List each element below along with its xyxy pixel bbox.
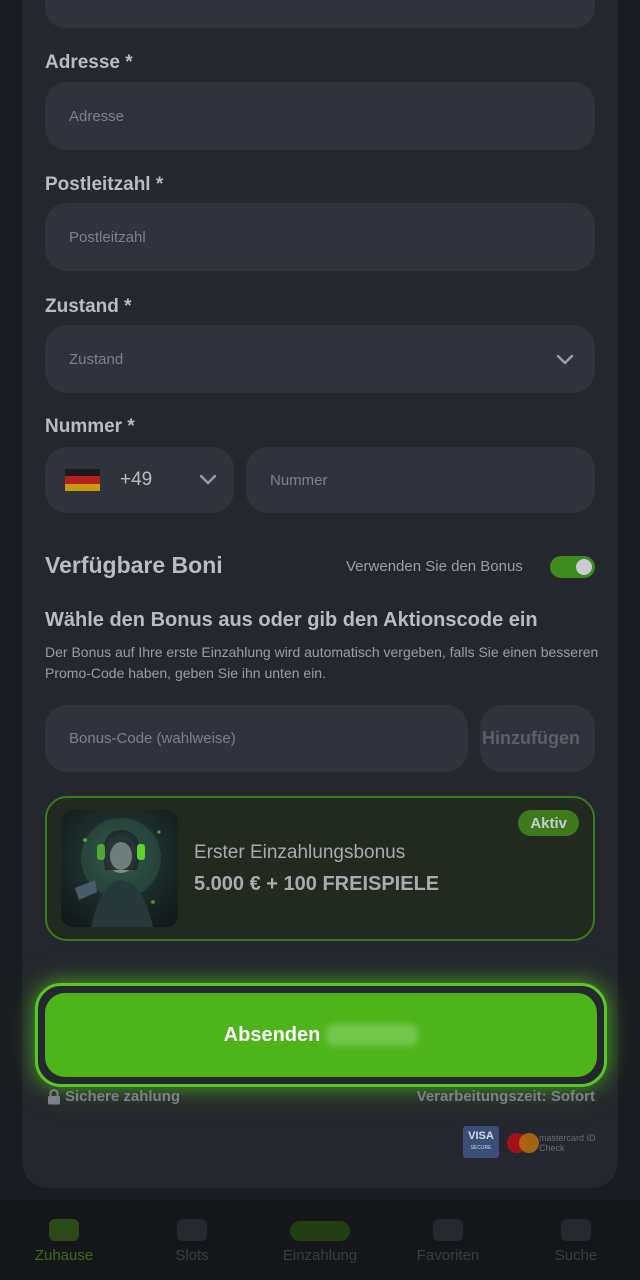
phone-placeholder: Nummer (270, 471, 328, 489)
active-badge: Aktiv (518, 810, 579, 836)
address-input[interactable]: Adresse (45, 82, 595, 150)
use-bonus-toggle[interactable] (550, 556, 595, 578)
heart-icon (433, 1219, 463, 1241)
state-label: Zustand * (45, 296, 132, 317)
nav-label: Suche (554, 1247, 598, 1264)
nav-label: Zuhause (34, 1247, 94, 1264)
mastercard-text: mastercard ID Check (539, 1133, 596, 1153)
bonus-code-placeholder: Bonus-Code (wahlweise) (69, 730, 236, 747)
zip-input[interactable]: Postleitzahl (45, 203, 595, 271)
address-placeholder: Adresse (69, 107, 125, 125)
slots-icon (177, 1219, 207, 1241)
bonus-card[interactable]: Erster Einzahlungsbonus 5.000 € + 100 FR… (45, 796, 595, 941)
choose-bonus-description: Der Bonus auf Ihre erste Einzahlung wird… (45, 644, 599, 681)
lock-icon (48, 1088, 60, 1104)
choose-bonus-title: Wähle den Bonus aus oder gib den Aktions… (45, 609, 538, 631)
use-bonus-label: Verwenden Sie den Bonus (346, 558, 523, 575)
nav-item-search[interactable]: Suche (516, 1219, 636, 1264)
blurred-amount (326, 1024, 419, 1046)
submit-button[interactable]: Absenden (45, 993, 597, 1077)
visa-sub-text: SECURE (470, 1145, 492, 1151)
add-bonus-code-button[interactable]: Hinzufügen (480, 705, 595, 772)
search-icon (561, 1219, 591, 1241)
nav-item-favorites[interactable]: Favoriten (388, 1219, 508, 1264)
germany-flag-icon (65, 469, 100, 491)
nav-label: Einzahlung (282, 1247, 358, 1264)
bottom-nav: Zuhause Slots Einzahlung Favoriten Suche (0, 1200, 640, 1280)
previous-field-input[interactable] (45, 0, 595, 28)
bonus-section-title: Verfügbare Boni (45, 552, 223, 578)
chevron-down-icon (198, 469, 218, 489)
home-icon (49, 1219, 79, 1241)
visa-secure-logo: VISA SECURE (463, 1126, 499, 1158)
visa-text: VISA (468, 1130, 494, 1142)
nav-item-slots[interactable]: Slots (132, 1219, 252, 1264)
phone-label: Nummer * (45, 416, 135, 437)
add-bonus-label: Hinzufügen (482, 728, 580, 748)
phone-number-input[interactable]: Nummer (246, 447, 595, 513)
bonus-amount: 5.000 € + 100 FREISPIELE (194, 873, 440, 895)
state-select[interactable]: Zustand (45, 325, 595, 393)
deposit-icon (290, 1221, 350, 1241)
submit-button-frame: Absenden (35, 983, 607, 1087)
bonus-code-input[interactable]: Bonus-Code (wahlweise) (45, 705, 468, 772)
nav-item-deposit[interactable]: Einzahlung (260, 1221, 380, 1264)
submit-label: Absenden (223, 1023, 321, 1046)
mastercard-id-check-logo: mastercard ID Check (507, 1133, 597, 1155)
toggle-knob (576, 559, 592, 575)
nav-label: Favoriten (416, 1247, 480, 1264)
address-label: Adresse * (45, 52, 133, 73)
phone-code: +49 (120, 469, 153, 490)
phone-country-select[interactable]: +49 (45, 447, 234, 513)
chevron-down-icon (555, 349, 575, 369)
secure-label: Sichere zahlung (65, 1088, 181, 1105)
zip-placeholder: Postleitzahl (69, 228, 146, 246)
processing-time: Verarbeitungszeit: Sofort (416, 1088, 595, 1105)
secure-payment: Sichere zahlung (47, 1088, 180, 1105)
bonus-name: Erster Einzahlungsbonus (194, 842, 406, 863)
zip-label: Postleitzahl * (45, 174, 164, 195)
nav-item-home[interactable]: Zuhause (4, 1219, 124, 1264)
state-value: Zustand (69, 350, 124, 368)
nav-label: Slots (175, 1247, 209, 1264)
bonus-image (61, 810, 178, 927)
